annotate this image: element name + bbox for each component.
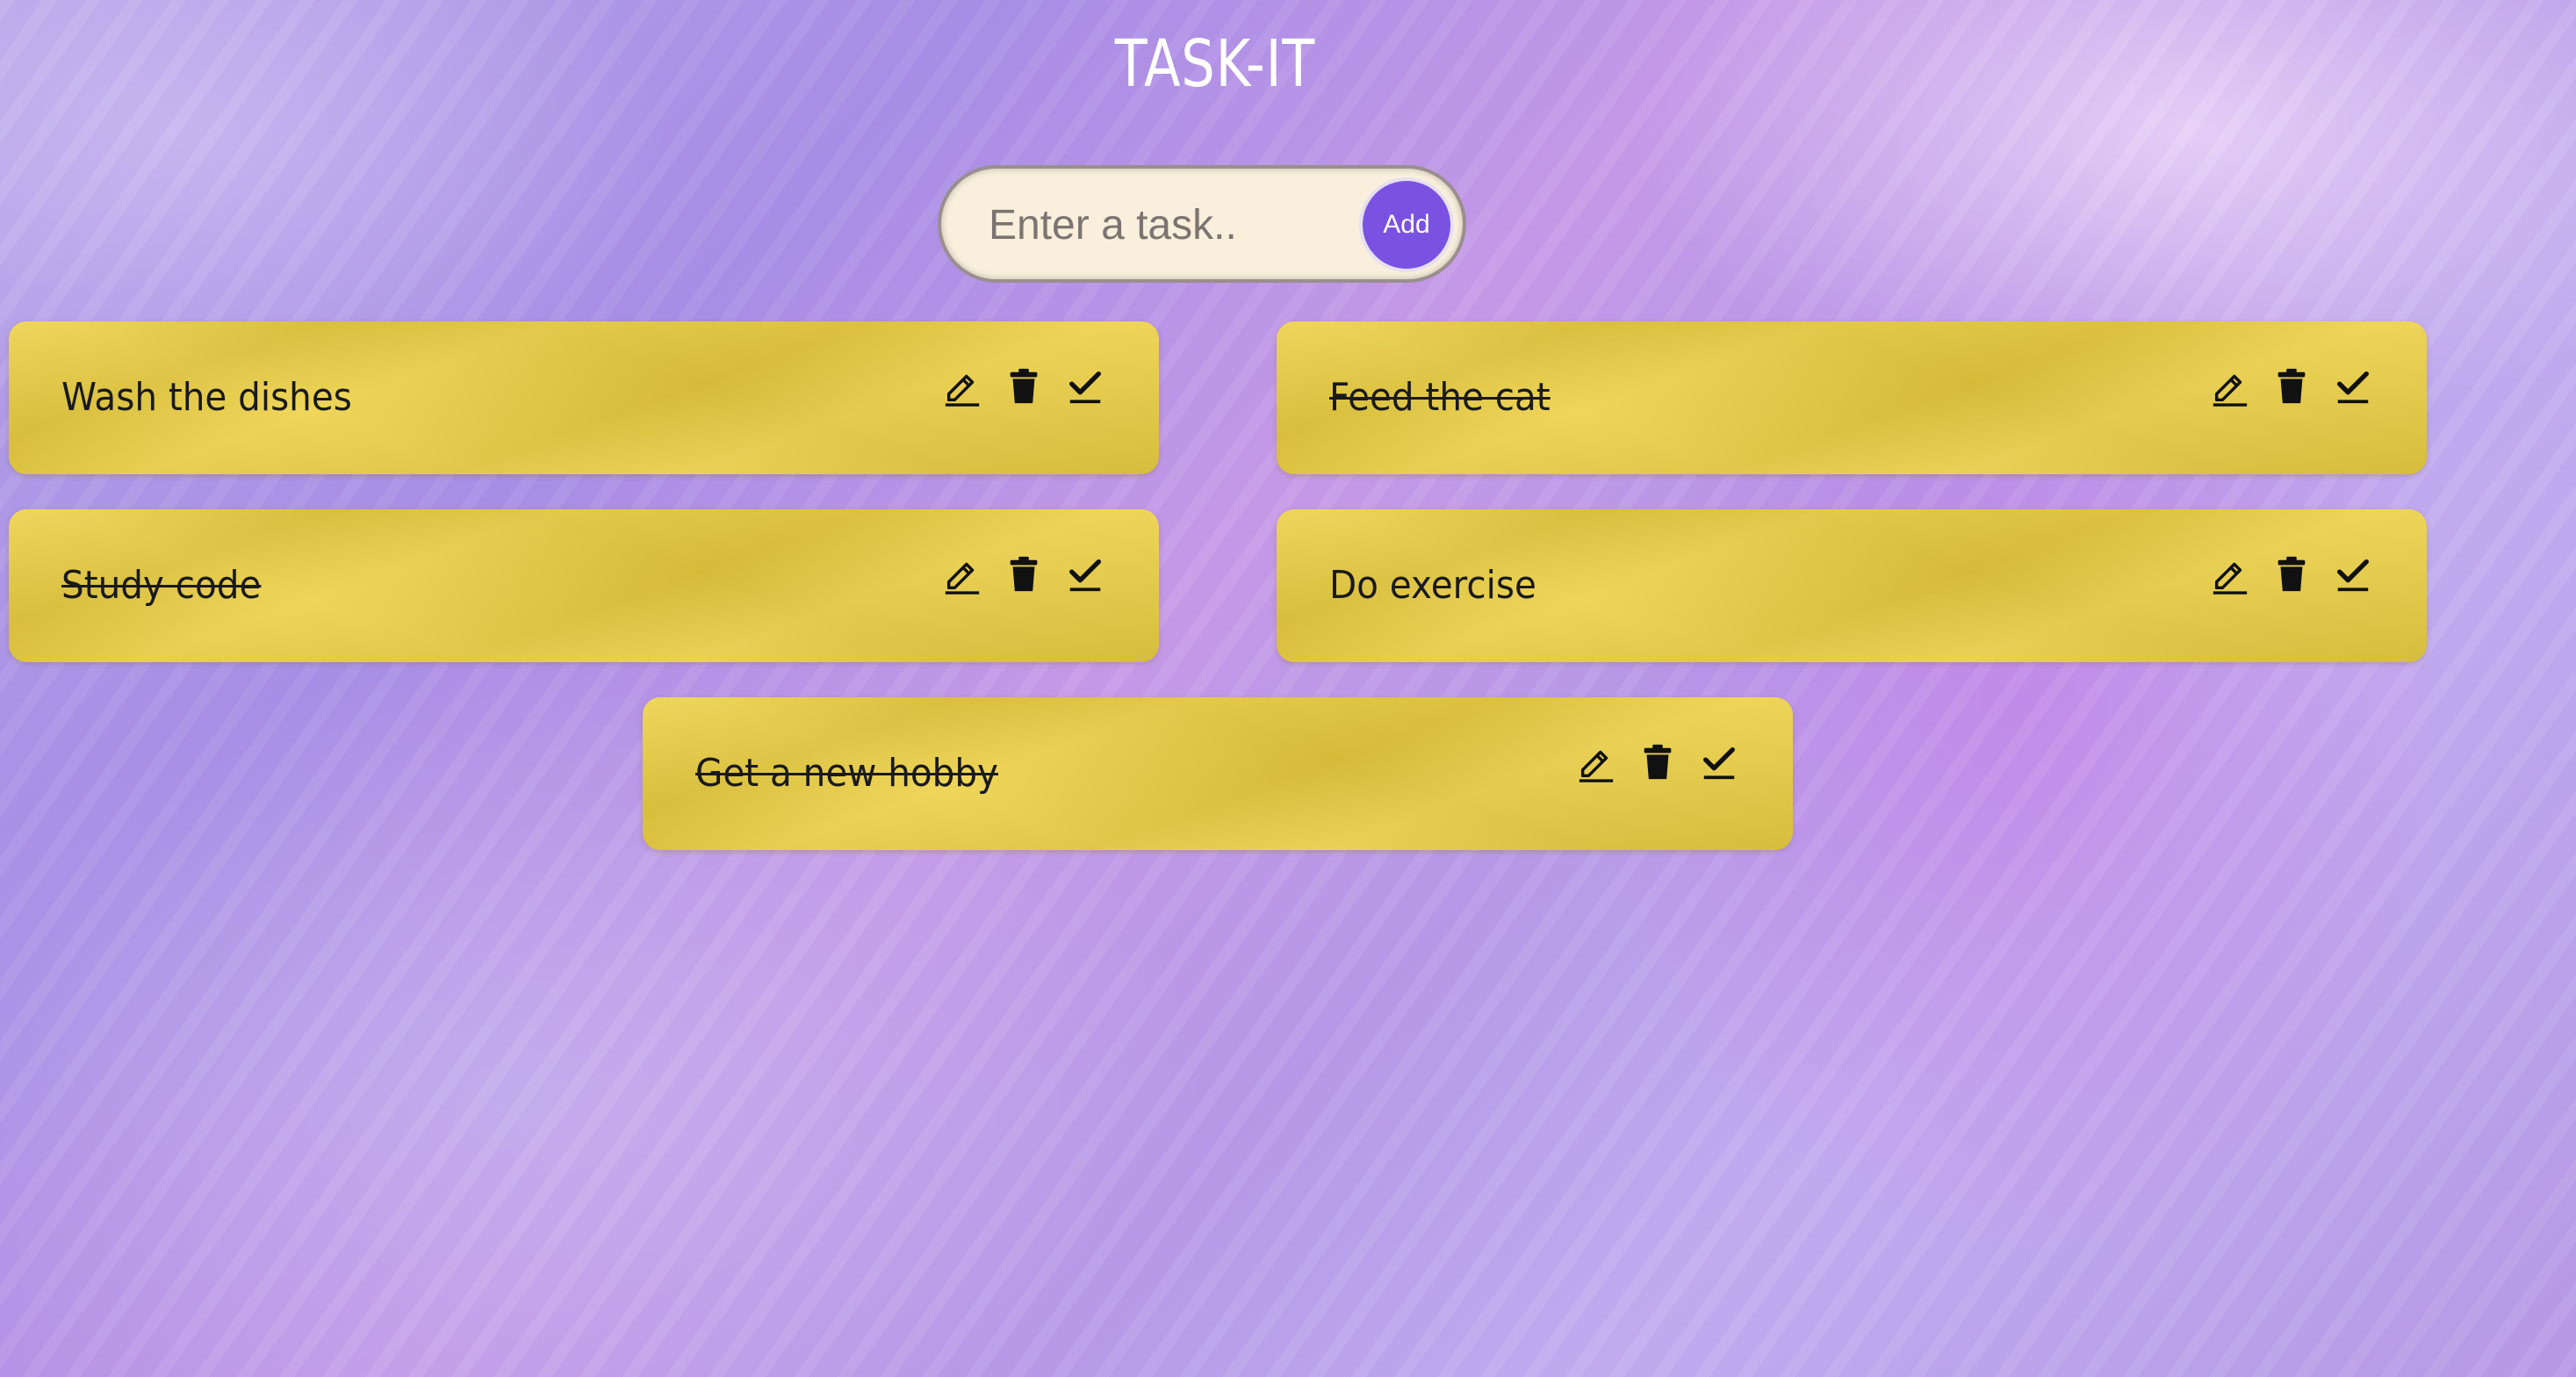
task-label: Get a new hobby [695, 751, 998, 796]
task-actions [941, 553, 1106, 595]
check-icon[interactable] [1064, 365, 1106, 407]
task-actions [941, 365, 1106, 407]
task-actions [2209, 553, 2374, 595]
edit-icon[interactable] [941, 365, 983, 407]
task-card: Study code [9, 509, 1159, 662]
add-task-bar: Add [938, 165, 1466, 283]
task-actions [1575, 741, 1740, 783]
edit-icon[interactable] [941, 553, 983, 595]
check-icon[interactable] [1698, 741, 1740, 783]
check-icon[interactable] [2332, 365, 2374, 407]
trash-icon[interactable] [1003, 553, 1045, 595]
task-label: Feed the cat [1329, 375, 1551, 420]
task-card: Get a new hobby [643, 697, 1793, 850]
task-card: Wash the dishes [9, 321, 1159, 474]
edit-icon[interactable] [1575, 741, 1617, 783]
app-title: TASK-IT [1114, 26, 1316, 102]
add-button[interactable]: Add [1363, 181, 1450, 269]
task-label: Study code [61, 563, 262, 608]
task-card: Do exercise [1277, 509, 2427, 662]
task-actions [2209, 365, 2374, 407]
check-icon[interactable] [2332, 553, 2374, 595]
trash-icon[interactable] [2270, 553, 2313, 595]
edit-icon[interactable] [2209, 553, 2251, 595]
task-label: Do exercise [1329, 563, 1536, 608]
trash-icon[interactable] [1003, 365, 1045, 407]
trash-icon[interactable] [1637, 741, 1679, 783]
edit-icon[interactable] [2209, 365, 2251, 407]
task-label: Wash the dishes [61, 375, 352, 420]
check-icon[interactable] [1064, 553, 1106, 595]
task-input[interactable] [987, 186, 1324, 263]
task-card: Feed the cat [1277, 321, 2427, 474]
trash-icon[interactable] [2270, 365, 2313, 407]
